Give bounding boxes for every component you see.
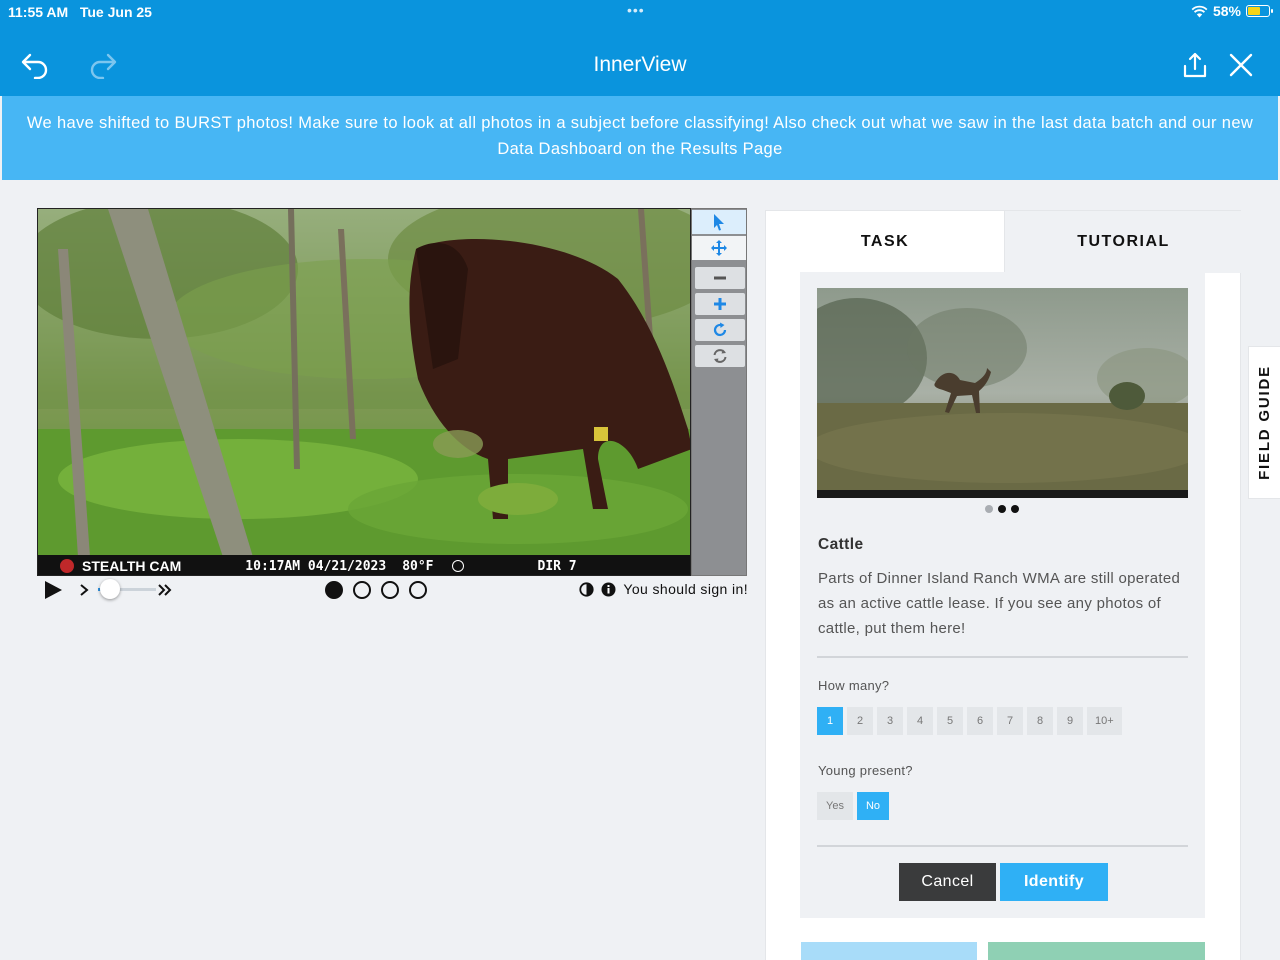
field-guide-label: FIELD GUIDE <box>1256 365 1273 480</box>
species-name: Cattle <box>818 536 864 553</box>
species-detail: Cattle Parts of Dinner Island Ranch WMA … <box>800 272 1205 918</box>
zoom-in-tool[interactable] <box>695 293 745 315</box>
move-tool[interactable] <box>692 236 746 260</box>
wifi-icon <box>1191 5 1208 17</box>
fast-forward-icon[interactable] <box>157 583 173 597</box>
frame-selector <box>325 581 427 599</box>
banner-text: We have shifted to BURST photos! Make su… <box>26 114 1254 158</box>
playback-controls: You should sign in! <box>40 578 748 604</box>
zoom-in-icon <box>714 298 726 310</box>
invert-icon[interactable] <box>579 581 594 597</box>
info-icon[interactable] <box>601 582 616 597</box>
reset-icon <box>713 349 727 363</box>
rotate-icon <box>713 322 727 337</box>
stamp-temp: 80°F <box>402 558 434 574</box>
how-many-option-6[interactable]: 6 <box>967 707 993 735</box>
panel-tabs: TASK TUTORIAL <box>766 211 1242 273</box>
status-time: 11:55 AM Tue Jun 25 <box>8 4 152 20</box>
how-many-options: 1 2 3 4 5 6 7 8 9 10+ <box>817 707 1122 735</box>
how-many-option-9[interactable]: 9 <box>1057 707 1083 735</box>
carousel-dot-3[interactable] <box>1011 505 1019 513</box>
tab-tutorial[interactable]: TUTORIAL <box>1004 211 1242 273</box>
step-forward-icon[interactable] <box>78 583 90 597</box>
how-many-option-4[interactable]: 4 <box>907 707 933 735</box>
app-title: InnerView <box>593 53 687 76</box>
frame-dot-2[interactable] <box>353 581 371 599</box>
species-description: Parts of Dinner Island Ranch WMA are sti… <box>818 570 1181 637</box>
young-present-option-yes[interactable]: Yes <box>817 792 853 820</box>
divider <box>817 656 1188 658</box>
pointer-tool[interactable] <box>692 210 746 234</box>
stamp-brand: STEALTH CAM <box>82 558 182 574</box>
how-many-option-5[interactable]: 5 <box>937 707 963 735</box>
pointer-icon <box>714 214 724 231</box>
cancel-button[interactable]: Cancel <box>899 863 996 901</box>
image-toolbar <box>691 208 747 576</box>
tab-task[interactable]: TASK <box>766 211 1004 273</box>
announcement-banner: We have shifted to BURST photos! Make su… <box>2 96 1278 180</box>
move-icon <box>711 240 727 256</box>
subject-viewer: STEALTH CAM 10:17AM 04/21/2023 80°F DIR … <box>37 208 747 576</box>
camera-stamp: STEALTH CAM 10:17AM 04/21/2023 80°F DIR … <box>38 555 690 575</box>
frame-dot-1[interactable] <box>325 581 343 599</box>
field-guide-tab[interactable]: FIELD GUIDE <box>1248 346 1280 499</box>
carousel-dot-2[interactable] <box>998 505 1006 513</box>
identify-button[interactable]: Identify <box>1000 863 1108 901</box>
how-many-label: How many? <box>818 678 890 693</box>
young-present-label: Young present? <box>818 763 913 778</box>
panel-footer-button-right[interactable] <box>988 942 1205 960</box>
stamp-time: 10:17AM 04/21/2023 <box>245 558 387 574</box>
how-many-option-10-plus[interactable]: 10+ <box>1087 707 1122 735</box>
how-many-option-7[interactable]: 7 <box>997 707 1023 735</box>
young-present-option-no[interactable]: No <box>856 792 890 820</box>
subject-photo[interactable]: STEALTH CAM 10:17AM 04/21/2023 80°F DIR … <box>37 208 691 576</box>
close-icon[interactable] <box>1224 48 1258 82</box>
carousel-dot-1[interactable] <box>985 505 993 513</box>
app-header: 11:55 AM Tue Jun 25 ••• 58% InnerView <box>0 0 1280 96</box>
signin-notice: You should sign in! <box>579 581 748 597</box>
signin-text[interactable]: You should sign in! <box>623 581 748 597</box>
multitask-handle[interactable]: ••• <box>627 2 645 18</box>
how-many-option-2[interactable]: 2 <box>847 707 873 735</box>
share-icon[interactable] <box>1178 48 1212 82</box>
stealthcam-logo-icon <box>60 559 74 573</box>
frame-dot-3[interactable] <box>381 581 399 599</box>
status-indicators: 58% <box>1191 3 1273 19</box>
stamp-dir: DIR 7 <box>537 558 577 574</box>
playback-slider-thumb[interactable] <box>100 579 120 599</box>
reset-tool[interactable] <box>695 345 745 367</box>
divider <box>817 845 1188 847</box>
example-carousel-dots <box>985 505 1019 513</box>
battery-percent: 58% <box>1212 3 1241 19</box>
frame-dot-4[interactable] <box>409 581 427 599</box>
how-many-option-1[interactable]: 1 <box>817 707 843 735</box>
play-icon[interactable] <box>42 580 64 600</box>
battery-icon <box>1246 5 1273 17</box>
zoom-out-tool[interactable] <box>695 267 745 289</box>
zoom-out-icon <box>714 276 726 280</box>
panel-footer-button-left[interactable] <box>801 942 977 960</box>
moon-phase-icon <box>451 560 464 572</box>
species-example-photo[interactable] <box>817 288 1188 498</box>
how-many-option-8[interactable]: 8 <box>1027 707 1053 735</box>
rotate-tool[interactable] <box>695 319 745 341</box>
how-many-option-3[interactable]: 3 <box>877 707 903 735</box>
young-present-options: Yes No <box>817 792 890 820</box>
